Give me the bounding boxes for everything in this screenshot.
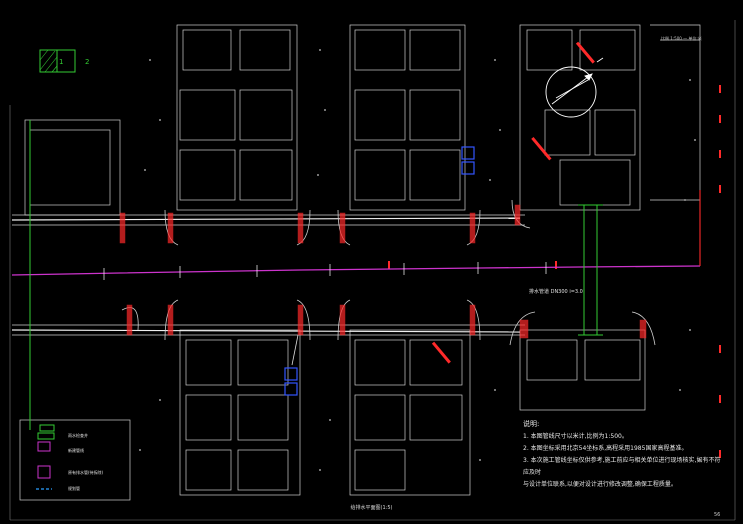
legend-item-3: 原有排水管(待拆除): [68, 470, 104, 475]
block-label-2: 2: [85, 58, 89, 66]
note-item-2: 2. 本图坐标采用北京54坐标系,高程采用1985国家高程基准。: [523, 445, 688, 452]
scale-note: 比例 1:500 — 单位:米: [661, 36, 702, 41]
design-notes: 说明: 1. 本图管线尺寸以米计,比例为1:500。 2. 本图坐标采用北京54…: [523, 418, 723, 491]
note-item-4: 与设计单位联系,以便对设计进行修改调整,确保工程质量。: [523, 481, 677, 488]
block-label-1: 1: [59, 58, 63, 66]
note-item-1: 1. 本图管线尺寸以米计,比例为1:500。: [523, 433, 628, 440]
legend-item-4: 规划管: [68, 486, 80, 491]
legend-item-2: 新建管线: [68, 448, 84, 453]
drawing-title: 给排水平面图(1:5): [350, 505, 393, 511]
pipe-label: 排水管道 DN300 i=3.0: [529, 289, 583, 295]
notes-heading: 说明:: [523, 420, 540, 428]
note-item-3: 3. 本次施工管线坐标仅供参考,施工前应与相关单位进行现场核实,如有不符应及时: [523, 457, 721, 476]
page-number: 56: [714, 512, 721, 518]
legend-item-1: 雨水检查井: [68, 433, 88, 438]
